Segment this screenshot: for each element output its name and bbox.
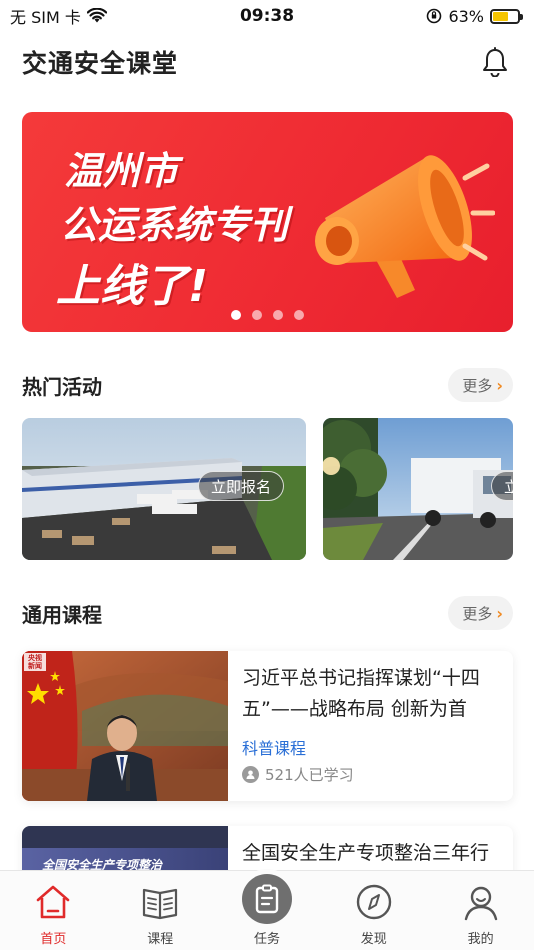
pagination-dot[interactable] (273, 310, 283, 320)
banner-line-3: 上线了! (56, 261, 209, 312)
tab-profile[interactable]: 我的 (427, 871, 534, 950)
signup-button[interactable]: 立即报名 (198, 471, 285, 501)
status-left: 无 SIM 卡 (10, 4, 107, 28)
chevron-right-icon: › (496, 375, 503, 395)
section-title-hot-activities: 热门活动 (22, 374, 102, 399)
course-category-tag[interactable]: 科普课程 (242, 735, 306, 759)
user-icon (242, 766, 259, 783)
course-title: 全国安全生产专项整治三年行 (242, 842, 490, 864)
orientation-lock-icon (427, 8, 442, 24)
course-learners: 521人已学习 (242, 764, 354, 785)
megaphone-icon (315, 155, 495, 298)
tab-label: 我的 (467, 932, 494, 947)
book-icon (138, 880, 182, 924)
hot-activities-more-button[interactable]: 更多 › (448, 368, 513, 402)
course-card-1[interactable]: 央视新闻 习近平总书记指挥谋划“十四五”——战略布局 创新为首 科普课程 521… (22, 651, 513, 801)
truck-image (323, 418, 513, 560)
activity-card-2[interactable]: 立 (323, 418, 513, 560)
compass-icon (352, 880, 396, 924)
course-title: 习近平总书记指挥谋划“十四五”——战略布局 创新为首 (242, 667, 480, 720)
notification-button[interactable] (478, 45, 512, 79)
tab-label: 发现 (360, 932, 387, 947)
tab-label: 任务 (253, 932, 280, 947)
battery-level (493, 11, 509, 21)
pagination-dot[interactable] (294, 310, 304, 320)
battery-percent: 63% (448, 6, 484, 26)
tab-home[interactable]: 首页 (0, 871, 107, 950)
banner-line-2: 公运系统专刊 (60, 203, 289, 247)
carrier-label: 无 SIM 卡 (10, 8, 81, 27)
battery-icon (490, 8, 523, 24)
user-icon (459, 880, 503, 924)
bottom-tab-bar: 首页 课程 任务 发现 我的 (0, 870, 534, 950)
app-header: 交通安全课堂 (0, 32, 534, 92)
section-title-general-courses: 通用课程 (22, 602, 102, 627)
hot-activities-header: 热门活动 更多 › (22, 367, 513, 403)
promo-banner[interactable]: 温州市 公运系统专刊 上线了! (22, 112, 513, 332)
tab-label: 首页 (40, 932, 67, 947)
news-speaker-image (22, 651, 228, 801)
bell-icon (483, 47, 507, 77)
activity-card-1[interactable]: 立即报名 (22, 418, 306, 560)
learners-count: 521人已学习 (265, 766, 354, 784)
banner-pagination (22, 310, 513, 320)
task-icon (241, 874, 292, 924)
status-right: 63% (426, 6, 523, 26)
tab-discover[interactable]: 发现 (320, 871, 427, 950)
course-thumbnail: 央视新闻 (22, 651, 228, 801)
more-label: 更多 (462, 604, 493, 623)
tab-tasks[interactable]: 任务 (214, 871, 321, 950)
status-bar: 无 SIM 卡 09:38 63% (0, 0, 534, 32)
tab-courses[interactable]: 课程 (107, 871, 214, 950)
home-icon (31, 880, 75, 924)
news-badge: 央视新闻 (28, 654, 42, 670)
tab-label: 课程 (147, 932, 174, 947)
chevron-right-icon: › (496, 603, 503, 623)
signup-button[interactable]: 立 (491, 471, 513, 501)
more-label: 更多 (462, 376, 493, 395)
general-courses-more-button[interactable]: 更多 › (448, 596, 513, 630)
pagination-dot[interactable] (252, 310, 262, 320)
general-courses-header: 通用课程 更多 › (22, 595, 513, 631)
pagination-dot[interactable] (231, 310, 241, 320)
page-title: 交通安全课堂 (22, 49, 179, 78)
banner-line-1: 温州市 (64, 149, 179, 193)
wifi-icon (86, 8, 107, 23)
